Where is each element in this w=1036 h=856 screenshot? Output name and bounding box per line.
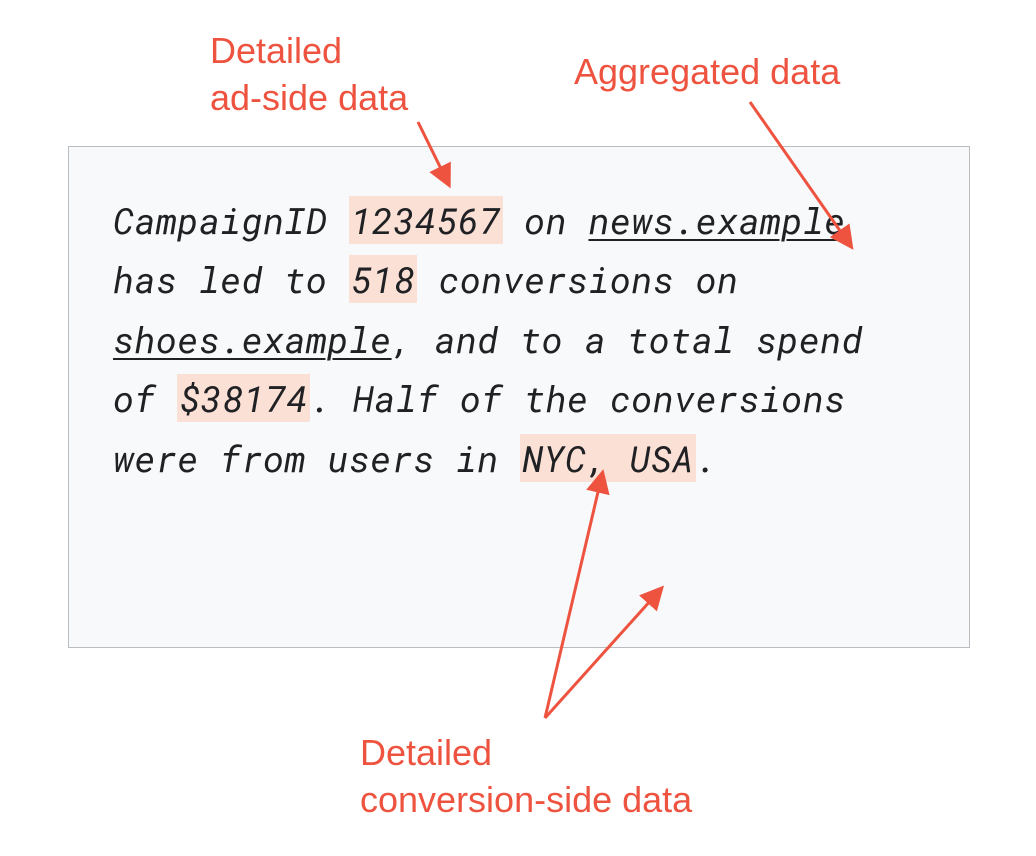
label-line: Detailed <box>360 732 492 773</box>
label-line: Aggregated data <box>574 51 840 92</box>
label-line: Detailed <box>210 30 342 71</box>
highlight-spend: $38174 <box>177 374 310 422</box>
highlight-location: NYC, USA <box>520 434 695 482</box>
label-detailed-ad-side: Detailed ad-side data <box>210 28 408 122</box>
highlight-campaign-id: 1234567 <box>349 196 503 244</box>
link-site-news: news.example <box>588 196 845 244</box>
label-detailed-conversion-side: Detailed conversion-side data <box>360 730 692 824</box>
example-box: CampaignID 1234567 on news.example has l… <box>68 146 970 648</box>
label-aggregated-data: Aggregated data <box>574 49 840 96</box>
label-line: conversion-side data <box>360 779 692 820</box>
example-sentence: CampaignID 1234567 on news.example has l… <box>113 191 925 488</box>
text-fragment: CampaignID <box>113 196 349 244</box>
highlight-conversions: 518 <box>349 255 417 303</box>
text-fragment: on <box>503 196 589 244</box>
text-fragment: . <box>696 434 717 482</box>
text-fragment: has led to <box>113 255 349 303</box>
link-site-shoes: shoes.example <box>113 315 392 363</box>
label-line: ad-side data <box>210 77 408 118</box>
text-fragment: conversions on <box>417 255 738 303</box>
